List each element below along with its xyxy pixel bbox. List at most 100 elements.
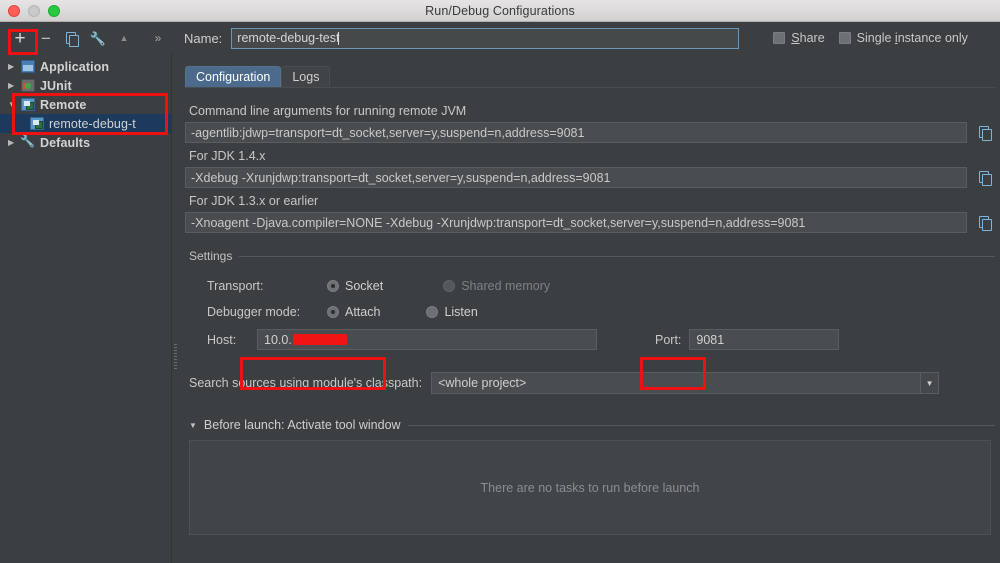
radio-label: Shared memory (461, 279, 550, 293)
defaults-icon (21, 136, 35, 149)
share-label: Share (791, 31, 824, 45)
sidebar-item-label: Remote (40, 98, 86, 112)
chevron-down-icon[interactable]: ▼ (920, 373, 938, 393)
sidebar-item-defaults[interactable]: ▶ Defaults (0, 133, 171, 152)
zoom-button[interactable] (48, 5, 60, 17)
copy-icon (979, 126, 991, 139)
debugger-mode-label: Debugger mode: (207, 305, 327, 319)
configurations-tree[interactable]: ▶ Application ▶ JUnit ▼ Remote remote-de… (0, 54, 172, 563)
cmdline-row: -agentlib:jdwp=transport=dt_socket,serve… (185, 122, 995, 143)
port-field[interactable]: 9081 (689, 329, 839, 350)
panel-splitter[interactable] (172, 54, 180, 563)
toolbar: + − 🔧 ▲ » Name: remote-debug-test Share … (0, 22, 1000, 54)
radio-icon (426, 306, 438, 318)
sidebar-item-label: remote-debug-t (49, 117, 136, 131)
settings-group-body: Transport: Socket Shared memory Debugger… (185, 263, 995, 350)
share-checkbox[interactable]: Share (773, 31, 824, 45)
sidebar-item-application[interactable]: ▶ Application (0, 57, 171, 76)
transport-option-shared-memory: Shared memory (443, 279, 550, 293)
radio-icon (327, 306, 339, 318)
splitter-grip-icon (174, 344, 177, 370)
copy-jdk13-button[interactable] (975, 213, 995, 233)
transport-option-socket[interactable]: Socket (327, 279, 383, 293)
chevron-down-icon[interactable]: ▼ (189, 421, 197, 430)
toolbar-checkboxes: Share Single instance only (773, 31, 968, 45)
search-sources-value: <whole project> (438, 376, 526, 390)
minimize-button[interactable] (28, 5, 40, 17)
close-button[interactable] (8, 5, 20, 17)
tab-configuration[interactable]: Configuration (185, 66, 281, 87)
before-launch-task-list[interactable]: There are no tasks to run before launch (189, 440, 991, 535)
jdk13-field[interactable]: -Xnoagent -Djava.compiler=NONE -Xdebug -… (185, 212, 967, 233)
junit-icon (21, 79, 35, 92)
sidebar-item-label: JUnit (40, 79, 72, 93)
window-title: Run/Debug Configurations (0, 4, 1000, 18)
sidebar-item-remote[interactable]: ▼ Remote (0, 95, 171, 114)
copy-jdk14-button[interactable] (975, 168, 995, 188)
sidebar-item-label: Application (40, 60, 109, 74)
single-instance-label: Single instance only (857, 31, 968, 45)
cmdline-field[interactable]: -agentlib:jdwp=transport=dt_socket,serve… (185, 122, 967, 143)
sidebar-item-junit[interactable]: ▶ JUnit (0, 76, 171, 95)
search-sources-label: Search sources using module's classpath: (189, 376, 422, 390)
before-launch-header[interactable]: ▼ Before launch: Activate tool window (185, 418, 995, 432)
copy-configuration-button[interactable] (60, 27, 84, 49)
radio-label: Attach (345, 305, 380, 319)
add-configuration-button[interactable]: + (8, 27, 32, 49)
application-icon (21, 60, 35, 73)
host-label: Host: (207, 333, 249, 347)
sidebar-item-remote-debug-test[interactable]: remote-debug-t (0, 114, 171, 133)
jdk14-label: For JDK 1.4.x (189, 149, 995, 163)
radio-label: Listen (444, 305, 477, 319)
transport-label: Transport: (207, 279, 327, 293)
jdk13-label: For JDK 1.3.x or earlier (189, 194, 995, 208)
chevron-right-icon[interactable]: ▶ (8, 81, 21, 90)
text-caret (338, 32, 339, 45)
copy-icon (66, 32, 78, 45)
radio-label: Socket (345, 279, 383, 293)
tab-logs[interactable]: Logs (281, 66, 330, 87)
host-field[interactable]: 10.0. (257, 329, 597, 350)
radio-icon (443, 280, 455, 292)
host-port-row: Host: 10.0. Port: 9081 (207, 329, 995, 350)
search-sources-dropdown[interactable]: <whole project> ▼ (431, 372, 939, 394)
remote-icon (21, 98, 35, 111)
search-sources-row: Search sources using module's classpath:… (185, 372, 995, 394)
toolbar-icons: + − 🔧 ▲ » (0, 27, 170, 49)
single-instance-checkbox[interactable]: Single instance only (839, 31, 968, 45)
tab-bar: Configuration Logs (185, 63, 1000, 87)
radio-icon (327, 280, 339, 292)
more-options-button[interactable]: » (146, 27, 170, 49)
move-up-button[interactable]: ▲ (112, 27, 136, 49)
group-divider (408, 425, 995, 426)
debugger-mode-row: Debugger mode: Attach Listen (207, 299, 995, 325)
checkbox-box (773, 32, 785, 44)
run-debug-configurations-dialog: Run/Debug Configurations + − 🔧 ▲ » Name:… (0, 0, 1000, 563)
edit-defaults-button[interactable]: 🔧 (86, 27, 110, 49)
wrench-icon: 🔧 (90, 32, 106, 45)
window-controls (8, 5, 60, 17)
copy-icon (979, 171, 991, 184)
name-label: Name: (184, 31, 222, 46)
chevron-down-icon[interactable]: ▼ (8, 100, 21, 109)
settings-group: Settings Transport: Socket Shared me (185, 249, 995, 350)
port-label: Port: (655, 333, 681, 347)
debugger-mode-option-attach[interactable]: Attach (327, 305, 380, 319)
settings-group-title: Settings (185, 249, 232, 263)
before-launch-empty-text: There are no tasks to run before launch (481, 481, 700, 495)
host-value: 10.0. (264, 333, 292, 347)
before-launch-section: ▼ Before launch: Activate tool window Th… (185, 418, 995, 535)
sidebar-item-label: Defaults (40, 136, 90, 150)
debugger-mode-option-listen[interactable]: Listen (426, 305, 477, 319)
jdk13-row: -Xnoagent -Djava.compiler=NONE -Xdebug -… (185, 212, 995, 233)
settings-group-header: Settings (185, 249, 995, 263)
configuration-name-input[interactable]: remote-debug-test (231, 28, 739, 49)
copy-cmdline-button[interactable] (975, 123, 995, 143)
configuration-content: Command line arguments for running remot… (180, 88, 1000, 535)
cmdline-label: Command line arguments for running remot… (189, 104, 995, 118)
before-launch-title: Before launch: Activate tool window (204, 418, 401, 432)
group-divider (239, 256, 995, 257)
jdk14-field[interactable]: -Xdebug -Xrunjdwp:transport=dt_socket,se… (185, 167, 967, 188)
remove-configuration-button[interactable]: − (34, 27, 58, 49)
chevron-right-icon[interactable]: ▶ (8, 62, 21, 71)
